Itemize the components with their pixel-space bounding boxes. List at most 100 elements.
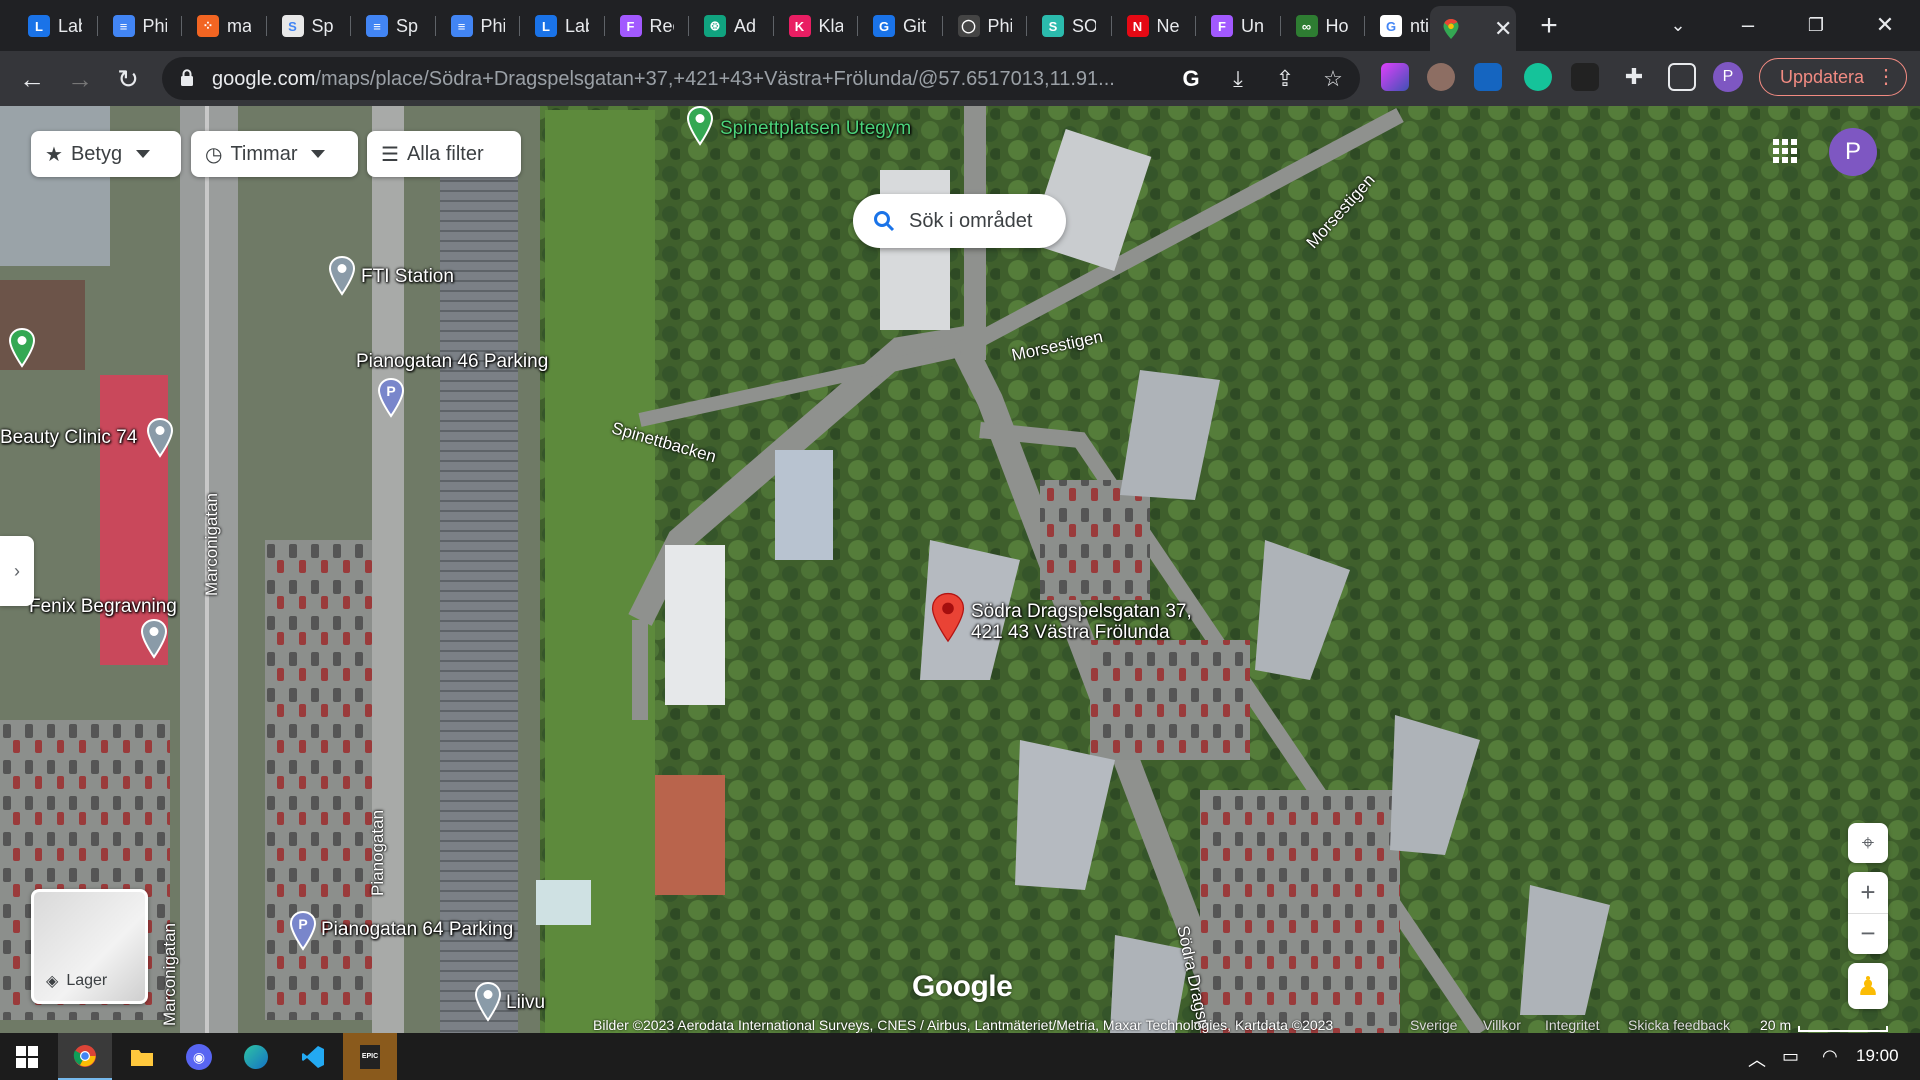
browser-tab[interactable]: K Kla (779, 6, 859, 46)
tab-favicon-icon: S (281, 15, 304, 37)
svg-text:P: P (298, 916, 307, 932)
tab-separator (1279, 16, 1281, 36)
parking-pin-46[interactable]: P (377, 378, 405, 418)
my-location-button[interactable]: ⌖ (1848, 823, 1888, 863)
browser-tab[interactable]: ⊛ Ad (694, 6, 774, 46)
layers-button[interactable]: ◈ Lager (31, 889, 148, 1004)
start-button[interactable] (0, 1033, 54, 1080)
zoom-in-button[interactable]: + (1848, 872, 1888, 913)
show-hidden-icons-chevron[interactable]: ︿ (1748, 1046, 1766, 1072)
taskbar-discord[interactable]: ◉ (172, 1033, 226, 1080)
vscode-icon (302, 1045, 324, 1068)
tab-favicon-icon: G (873, 15, 895, 37)
place-pin-liivu[interactable] (474, 982, 502, 1022)
tab-separator (1195, 16, 1196, 36)
place-label-beauty[interactable]: Beauty Clinic 74 (0, 427, 137, 449)
browser-tab[interactable]: L Lab (525, 6, 605, 46)
tab-separator (519, 16, 520, 36)
zoom-out-button[interactable]: − (1848, 913, 1888, 954)
browser-tab[interactable]: ≡ Sp (356, 6, 436, 46)
hours-filter-chip[interactable]: ◷ Timmar (191, 131, 358, 177)
close-window-button[interactable]: ✕ (1862, 8, 1908, 42)
extension-grammarly-icon[interactable] (1524, 63, 1552, 91)
restore-button[interactable]: ❐ (1793, 8, 1839, 42)
browser-tab[interactable]: ⁘ ma (187, 6, 267, 46)
tab-separator (350, 16, 351, 36)
side-panel-icon[interactable] (1668, 63, 1696, 91)
extension-audio-icon[interactable] (1474, 63, 1502, 91)
back-button[interactable]: ← (14, 61, 50, 97)
browser-tab[interactable]: N Ne (1117, 6, 1197, 46)
footer-link-feedback[interactable]: Skicka feedback (1628, 1017, 1730, 1033)
all-filters-chip[interactable]: ☰ Alla filter (367, 131, 521, 177)
tab-active-google-maps[interactable]: ✕ (1430, 6, 1516, 51)
place-pin-green-left[interactable] (8, 328, 36, 368)
browser-tab[interactable]: G Git (863, 6, 943, 46)
taskbar-chrome[interactable] (58, 1033, 112, 1080)
place-label-fenix[interactable]: Fenix Begravning (29, 596, 177, 618)
extension-glasses-icon[interactable] (1427, 63, 1455, 91)
place-label-fti[interactable]: FTI Station (361, 266, 454, 288)
forward-button[interactable]: → (62, 61, 98, 97)
place-pin-beauty[interactable] (146, 418, 174, 458)
system-clock[interactable]: 19:00 (1856, 1046, 1899, 1066)
new-tab-button[interactable]: + (1532, 10, 1566, 44)
browser-tab[interactable]: ◯ Phi (948, 6, 1028, 46)
browser-tab[interactable]: S SO (1032, 6, 1112, 46)
street-view-pegman-button[interactable]: ♟ (1848, 963, 1888, 1009)
profile-avatar[interactable]: P (1713, 62, 1743, 92)
taskbar-edge[interactable] (229, 1033, 283, 1080)
place-label-spinett[interactable]: Spinettplatsen Utegym (720, 118, 911, 140)
browser-tab[interactable]: ≡ Phi (103, 6, 183, 46)
footer-link-country[interactable]: Sverige (1410, 1017, 1457, 1033)
extensions-puzzle-icon[interactable]: ✚ (1620, 63, 1648, 91)
account-avatar[interactable]: P (1829, 128, 1877, 176)
browser-tab[interactable]: S Sp (272, 6, 352, 46)
browser-tab[interactable]: ∞ Ho (1286, 6, 1366, 46)
taskbar-vscode[interactable] (286, 1033, 340, 1080)
browser-tab[interactable]: L Lab (18, 6, 98, 46)
update-button[interactable]: Uppdatera ⋮ (1759, 58, 1907, 96)
map-scale-bar (1798, 1026, 1888, 1032)
extension-bolt-icon[interactable] (1571, 63, 1599, 91)
road-label-pianogatan: Pianogatan (368, 809, 387, 896)
map-scale-label[interactable]: 20 m (1760, 1017, 1791, 1033)
menu-dots-icon[interactable]: ⋮ (1876, 59, 1896, 95)
selected-location-pin[interactable] (930, 592, 966, 644)
map-canvas[interactable]: ★ Betyg ◷ Timmar ☰ Alla filter Sök i omr… (0, 106, 1920, 1033)
parking-pin-64[interactable]: P (289, 911, 317, 951)
taskbar-epic-games[interactable]: EPIC (343, 1033, 397, 1080)
place-label-liivu[interactable]: Liivu (506, 992, 545, 1014)
taskbar-file-explorer[interactable] (115, 1033, 169, 1080)
selected-address-label[interactable]: Södra Dragspelsgatan 37, 421 43 Västra F… (971, 601, 1192, 643)
install-app-icon[interactable]: ⤓ (1225, 66, 1251, 92)
windows-logo-icon (16, 1045, 38, 1068)
tab-search-icon[interactable]: ⌄ (1655, 8, 1701, 42)
battery-icon[interactable]: ▭ (1782, 1046, 1799, 1067)
place-pin-fenix[interactable] (140, 619, 168, 659)
place-label-piano64[interactable]: Pianogatan 64 Parking (321, 919, 513, 941)
bookmark-star-icon[interactable]: ☆ (1320, 66, 1346, 92)
extension-stylus-icon[interactable] (1381, 63, 1409, 91)
tab-favicon-icon: ≡ (366, 15, 388, 37)
footer-link-terms[interactable]: Villkor (1483, 1017, 1521, 1033)
search-this-area-button[interactable]: Sök i området (853, 194, 1066, 248)
footer-link-privacy[interactable]: Integritet (1545, 1017, 1599, 1033)
browser-tab[interactable]: F Un (1201, 6, 1281, 46)
reload-button[interactable]: ↻ (110, 61, 146, 97)
apps-grid-icon[interactable] (1772, 138, 1798, 164)
minimize-button[interactable]: – (1725, 8, 1771, 42)
svg-text:P: P (386, 383, 395, 399)
browser-tab[interactable]: ≡ Phi (441, 6, 521, 46)
rating-filter-chip[interactable]: ★ Betyg (31, 131, 181, 177)
address-bar[interactable]: google.com/maps/place/Södra+Dragspelsgat… (162, 57, 1360, 100)
browser-tab[interactable]: F Rec (610, 6, 690, 46)
place-pin-green[interactable] (686, 106, 714, 146)
google-lens-icon[interactable]: G (1178, 66, 1204, 92)
place-pin-fti[interactable] (328, 256, 356, 296)
wifi-icon[interactable]: ◠ (1822, 1046, 1838, 1067)
expand-side-panel-button[interactable]: › (0, 536, 34, 606)
tab-close-icon[interactable]: ✕ (1494, 16, 1512, 42)
place-label-piano46[interactable]: Pianogatan 46 Parking (356, 351, 548, 373)
share-icon[interactable]: ⇪ (1272, 66, 1298, 92)
